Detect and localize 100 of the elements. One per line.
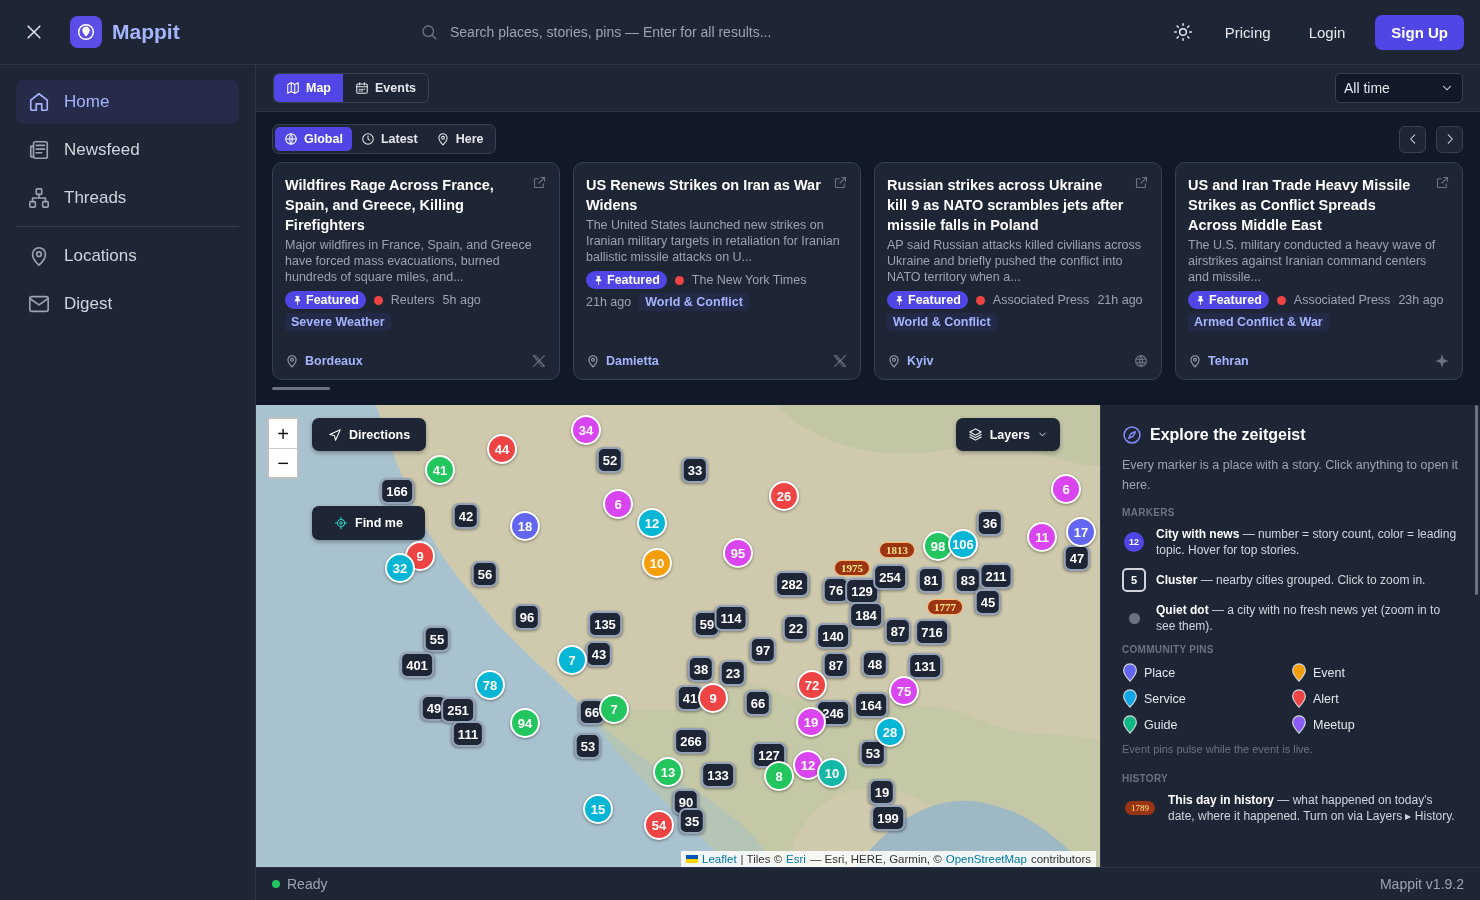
- scrollbar-thumb[interactable]: [1475, 405, 1478, 595]
- nav-link[interactable]: Login: [1300, 17, 1354, 47]
- cluster-marker[interactable]: 87: [822, 652, 850, 678]
- find-me-button[interactable]: Find me: [312, 506, 425, 540]
- attribution-link[interactable]: Leaflet: [702, 853, 737, 865]
- cluster-marker[interactable]: 129: [845, 578, 879, 604]
- cluster-marker[interactable]: 251: [441, 697, 475, 723]
- cluster-marker[interactable]: 87: [884, 618, 912, 644]
- place-link[interactable]: Damietta: [586, 354, 659, 368]
- cluster-marker[interactable]: 36: [976, 510, 1004, 536]
- story-summary: AP said Russian attacks killed civilians across Ukraine and briefly pushed the conflict into NATO territory when a...: [887, 237, 1143, 285]
- cluster-marker[interactable]: 184: [849, 602, 883, 628]
- topic-tag[interactable]: Severe Weather: [285, 313, 391, 331]
- cluster-marker[interactable]: 282: [775, 571, 809, 597]
- view-tab[interactable]: Events: [343, 74, 428, 102]
- nav-link[interactable]: Pricing: [1216, 17, 1279, 47]
- story-title: US and Iran Trade Heavy Missile Strikes as Conflict Spreads Across Middle East: [1188, 176, 1412, 235]
- search-field[interactable]: Search places, stories, pins — Enter for all results...: [448, 23, 868, 41]
- cluster-marker[interactable]: 53: [574, 733, 602, 759]
- cluster-marker[interactable]: 55: [423, 626, 451, 652]
- next-button[interactable]: [1436, 125, 1463, 153]
- scope-tab[interactable]: Latest: [351, 127, 427, 151]
- place-link[interactable]: Bordeaux: [285, 354, 363, 368]
- story-card[interactable]: [1175, 162, 1463, 380]
- cluster-marker[interactable]: 33: [681, 457, 709, 483]
- sidebar-item[interactable]: Digest: [16, 282, 239, 326]
- story-card[interactable]: [874, 162, 1162, 380]
- cluster-marker[interactable]: 23: [719, 660, 747, 686]
- sidebar-item[interactable]: Threads: [16, 176, 239, 220]
- cluster-marker[interactable]: 401: [400, 652, 434, 678]
- cluster-marker[interactable]: 22: [782, 615, 810, 641]
- cluster-marker[interactable]: 45: [974, 589, 1002, 615]
- story-time: 23h ago: [1398, 293, 1444, 307]
- sign-up-button[interactable]: Sign Up: [1375, 14, 1464, 50]
- x-letter-icon: [832, 353, 848, 369]
- cluster-marker[interactable]: 66: [744, 690, 772, 716]
- time-filter-dropdown[interactable]: All time: [1335, 73, 1463, 103]
- version-text: Mappit v1.9.2: [1379, 876, 1464, 892]
- envelope-icon: [28, 293, 50, 315]
- place-link[interactable]: Kyiv: [887, 354, 934, 368]
- sidebar-item[interactable]: Newsfeed: [16, 128, 239, 172]
- cluster-marker[interactable]: 47: [1063, 545, 1091, 571]
- city-marker[interactable]: 54: [644, 810, 674, 840]
- source-name: Reuters: [390, 293, 435, 307]
- cluster-marker[interactable]: 135: [588, 611, 622, 637]
- source-name: Associated Press: [992, 293, 1090, 307]
- cluster-marker[interactable]: 254: [873, 564, 907, 590]
- cluster-marker[interactable]: 52: [596, 447, 624, 473]
- attribution-link[interactable]: OpenStreetMap: [945, 853, 1027, 865]
- cluster-marker[interactable]: 716: [915, 619, 949, 645]
- previous-button[interactable]: [1399, 125, 1426, 153]
- attribution-text: | Tiles ©: [740, 853, 783, 865]
- history-marker[interactable]: 1975: [834, 560, 870, 576]
- layers-button[interactable]: Layers: [955, 418, 1060, 451]
- external-link-icon: [1435, 175, 1450, 190]
- featured-badge: Featured: [1188, 291, 1269, 309]
- sidebar-item[interactable]: Locations: [16, 234, 239, 278]
- cluster-marker[interactable]: 43: [585, 641, 613, 667]
- topic-tag[interactable]: World & Conflict: [887, 313, 997, 331]
- view-tab[interactable]: Map: [274, 74, 343, 102]
- cluster-marker[interactable]: 19: [868, 779, 896, 805]
- cluster-marker[interactable]: 114: [714, 605, 748, 631]
- cluster-marker[interactable]: 81: [917, 567, 945, 593]
- cluster-marker[interactable]: 266: [674, 728, 708, 754]
- topic-tag[interactable]: Armed Conflict & War: [1188, 313, 1329, 331]
- sidebar-item[interactable]: Home: [16, 80, 239, 124]
- cluster-marker[interactable]: 96: [513, 604, 541, 630]
- zoom-out-button[interactable]: −: [269, 448, 297, 477]
- story-time: 21h ago: [1097, 293, 1143, 307]
- story-time: 5h ago: [442, 293, 481, 307]
- cluster-marker[interactable]: 133: [701, 762, 735, 788]
- place-link[interactable]: Tehran: [1188, 354, 1249, 368]
- cluster-marker[interactable]: 111: [451, 721, 485, 747]
- cluster-marker[interactable]: 166: [380, 478, 414, 504]
- cluster-marker[interactable]: 211: [979, 563, 1013, 589]
- cluster-marker[interactable]: 42: [452, 503, 480, 529]
- scope-tab[interactable]: Here: [426, 127, 493, 151]
- cluster-marker[interactable]: 140: [816, 623, 850, 649]
- story-card[interactable]: [573, 162, 861, 380]
- cluster-marker[interactable]: 97: [749, 637, 777, 663]
- cluster-marker[interactable]: 199: [871, 805, 905, 831]
- cluster-marker[interactable]: 35: [678, 808, 706, 834]
- topic-tag[interactable]: World & Conflict: [639, 293, 749, 311]
- cluster-marker[interactable]: 56: [471, 561, 499, 587]
- history-marker[interactable]: 1813: [879, 542, 915, 558]
- scope-tab[interactable]: Global: [275, 127, 352, 151]
- attribution-link[interactable]: Esri: [786, 853, 806, 865]
- directions-button[interactable]: Directions: [312, 418, 427, 451]
- history-marker[interactable]: 1777: [927, 599, 963, 615]
- cluster-marker[interactable]: 83: [954, 567, 982, 593]
- cluster-marker[interactable]: 164: [854, 692, 888, 718]
- calendar-icon: [355, 81, 369, 95]
- cluster-marker[interactable]: 48: [861, 651, 889, 677]
- cluster-marker[interactable]: 38: [687, 656, 715, 682]
- story-card[interactable]: [272, 162, 560, 380]
- home-icon: [28, 91, 50, 113]
- featured-badge: Featured: [887, 291, 968, 309]
- cluster-marker[interactable]: 53: [859, 740, 887, 766]
- scrollbar-thumb[interactable]: [272, 387, 330, 390]
- cluster-marker[interactable]: 131: [908, 653, 942, 679]
